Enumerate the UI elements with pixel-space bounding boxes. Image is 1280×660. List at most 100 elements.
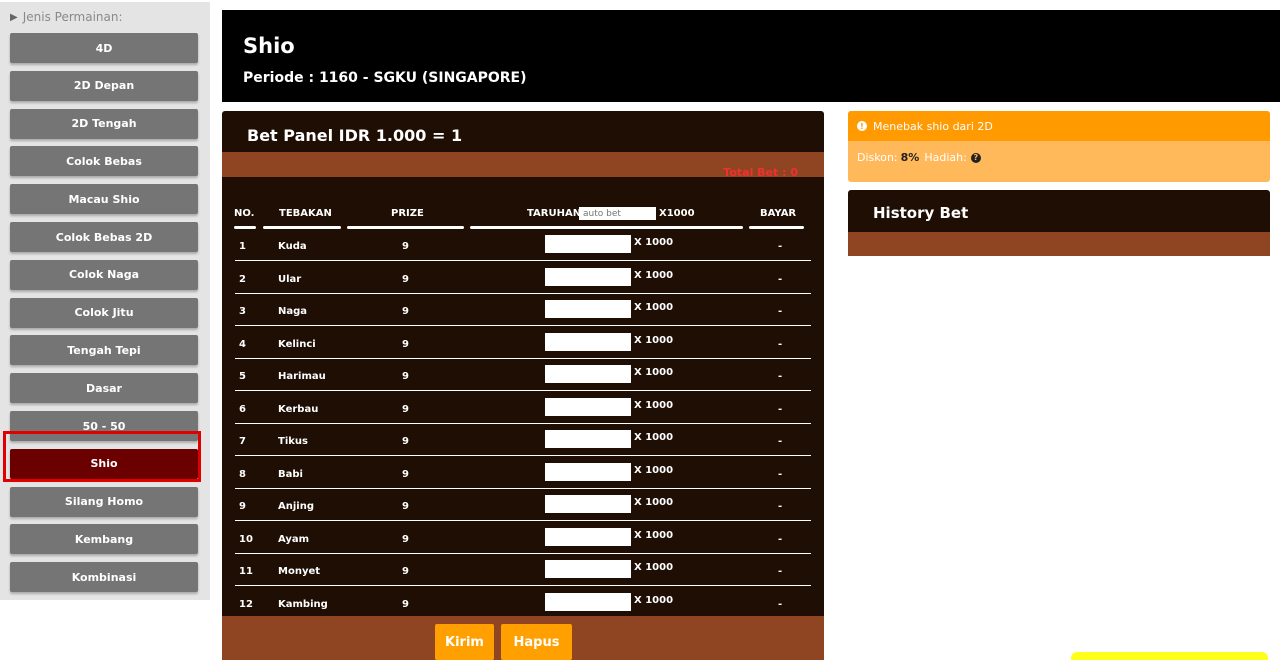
row-tebakan: Anjing [278,501,314,512]
table-row: 7 Tikus 9 X 1000 - [235,424,811,456]
info-box-heading: ! Menebak shio dari 2D [848,111,1270,141]
info-heading-text: Menebak shio dari 2D [873,119,993,133]
row-multiplier: X 1000 [634,464,674,476]
row-prize: 9 [402,533,409,545]
history-title: History Bet [873,204,969,222]
menu-item-colok-jitu[interactable]: Colok Jitu [10,297,198,328]
submit-button[interactable]: Kirim [435,624,494,660]
bet-amount-input[interactable] [545,397,631,416]
row-number: 3 [239,306,246,317]
row-multiplier: X 1000 [634,432,674,443]
menu-item-dasar[interactable]: Dasar [10,373,198,404]
row-bayar: - [778,306,783,317]
bet-amount-input[interactable] [545,365,631,383]
bet-panel-title: Bet Panel IDR 1.000 = 1 [247,126,463,145]
column-header-x1000: X1000 [659,208,695,219]
row-multiplier: X 1000 [634,367,674,378]
bet-amount-input[interactable] [545,300,631,318]
row-bayar: - [778,533,783,545]
row-multiplier: X 1000 [634,562,674,573]
row-tebakan: Ular [278,273,302,285]
column-header-tebakan: TEBAKAN [279,208,332,219]
row-tebakan: Harimau [278,371,326,382]
table-row: 10 Ayam 9 X 1000 - [235,522,811,554]
row-tebakan: Kerbau [278,403,319,415]
row-multiplier: X 1000 [634,594,674,606]
bet-amount-input[interactable] [545,235,631,253]
active-item-highlight [3,431,201,482]
question-circle-icon[interactable]: ? [970,152,981,163]
row-tebakan: Naga [278,306,308,317]
bet-amount-input[interactable] [545,462,631,481]
menu-item-macau-shio[interactable]: Macau Shio [10,184,198,215]
row-bayar: - [778,436,783,447]
menu-item-kombinasi[interactable]: Kombinasi [10,562,198,593]
page-title: Shio [243,34,295,58]
row-number: 5 [239,371,246,382]
menu-item-colok-bebas-2d[interactable]: Colok Bebas 2D [10,222,198,252]
row-bayar: - [778,566,783,577]
menu-item-colok-bebas[interactable]: Colok Bebas [10,146,198,177]
row-tebakan: Ayam [278,533,310,545]
table-row: 9 Anjing 9 X 1000 - [235,489,811,521]
table-row: 8 Babi 9 X 1000 - [235,457,811,489]
row-multiplier: X 1000 [634,237,674,248]
column-header-taruhan: TARUHAN [527,208,582,219]
bet-amount-input[interactable] [545,332,631,351]
bet-amount-input[interactable] [545,430,631,448]
table-row: 3 Naga 9 X 1000 - [235,294,811,326]
table-row: 4 Kelinci 9 X 1000 - [235,327,811,359]
triangle-right-icon: ▶ [10,11,18,23]
row-prize: 9 [402,468,409,480]
row-tebakan: Babi [278,468,303,480]
row-prize: 9 [402,338,409,350]
bet-amount-input[interactable] [545,527,631,546]
history-strip [848,232,1270,256]
table-row: 6 Kerbau 9 X 1000 - [235,392,811,424]
menu-item-2d-depan[interactable]: 2D Depan [10,70,198,101]
table-row: 1 Kuda 9 X 1000 - [235,229,811,261]
row-number: 9 [239,501,246,512]
menu-item-4d[interactable]: 4D [10,33,198,63]
row-prize: 9 [402,501,409,512]
row-tebakan: Kambing [278,598,328,610]
bet-amount-input[interactable] [545,495,631,513]
prize-label: Hadiah: [924,151,967,164]
bet-amount-input[interactable] [545,592,631,611]
row-tebakan: Tikus [278,436,308,447]
bet-amount-input[interactable] [545,267,631,286]
row-number: 7 [239,436,246,447]
row-number: 10 [239,533,253,545]
row-prize: 9 [402,403,409,415]
discount-value: 8% [900,151,920,164]
row-bayar: - [778,501,783,512]
auto-bet-input[interactable] [579,207,656,220]
row-tebakan: Monyet [278,566,321,577]
row-bayar: - [778,371,783,382]
discount-label: Diskon: [857,151,898,164]
row-bayar: - [778,338,783,350]
bet-panel: Bet Panel IDR 1.000 = 1 Total Bet : 0 NO… [222,111,824,660]
page-header: Shio Periode : 1160 - SGKU (SINGAPORE) [222,10,1280,102]
row-prize: 9 [402,371,409,382]
menu-item-silang-homo[interactable]: Silang Homo [10,486,198,517]
row-bayar: - [778,273,783,285]
row-number: 12 [239,598,253,610]
menu-item-tengah-tepi[interactable]: Tengah Tepi [10,335,198,366]
info-box-body: Diskon: 8% Hadiah: ? [857,151,981,164]
row-prize: 9 [402,241,409,252]
bet-amount-input[interactable] [545,560,631,578]
row-prize: 9 [402,598,409,610]
row-number: 1 [239,241,246,252]
menu-item-colok-naga[interactable]: Colok Naga [10,259,198,290]
menu-item-2d-tengah[interactable]: 2D Tengah [10,108,198,139]
table-row: 5 Harimau 9 X 1000 - [235,359,811,391]
menu-item-kembang[interactable]: Kembang [10,524,198,555]
row-tebakan: Kuda [278,241,307,252]
floating-tab[interactable] [1071,652,1268,660]
row-multiplier: X 1000 [634,529,674,541]
row-bayar: - [778,241,783,252]
row-multiplier: X 1000 [634,334,674,346]
clear-button[interactable]: Hapus [501,624,572,660]
history-panel: History Bet [848,190,1270,256]
